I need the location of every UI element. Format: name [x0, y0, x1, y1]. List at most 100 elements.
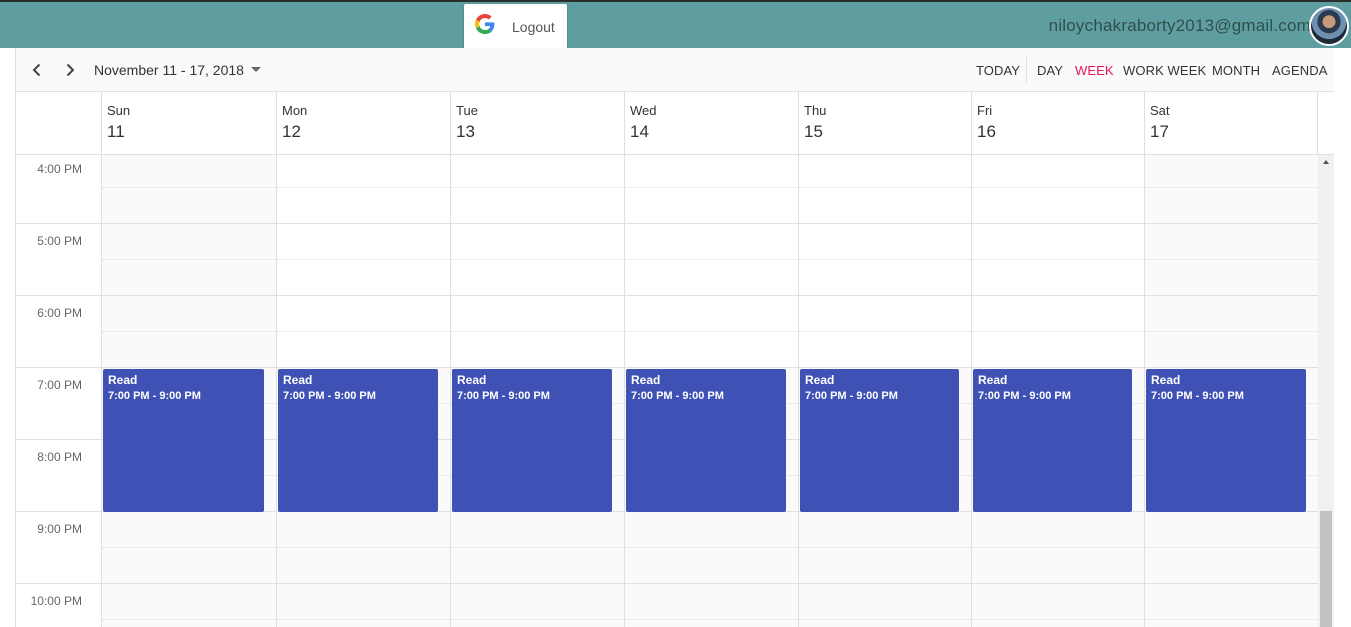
- day-header-tue[interactable]: Tue 13: [450, 92, 624, 154]
- time-label: 9:00 PM: [37, 522, 82, 536]
- week-day-header: Sun 11 Mon 12 Tue 13 Wed 14 Thu 15 Fri 1…: [16, 92, 1334, 155]
- event-time: 7:00 PM - 9:00 PM: [457, 390, 550, 402]
- hour-slot-divider: [277, 295, 450, 296]
- day-column-sun[interactable]: Read 7:00 PM - 9:00 PM: [101, 155, 276, 627]
- half-hour-slot-divider: [451, 187, 624, 188]
- time-label: 10:00 PM: [30, 594, 82, 608]
- day-header-thu[interactable]: Thu 15: [798, 92, 971, 154]
- toolbar-divider: [1026, 57, 1027, 83]
- day-header-fri[interactable]: Fri 16: [971, 92, 1144, 154]
- event-fri[interactable]: Read 7:00 PM - 9:00 PM: [973, 369, 1132, 512]
- half-hour-slot-divider: [799, 619, 971, 620]
- half-hour-slot-divider: [625, 619, 798, 620]
- hour-slot-divider: [972, 367, 1144, 368]
- day-column-wed[interactable]: Read 7:00 PM - 9:00 PM: [624, 155, 798, 627]
- hour-slot-divider: [1145, 583, 1318, 584]
- half-hour-slot-divider: [799, 331, 971, 332]
- chevron-down-icon[interactable]: [251, 67, 261, 72]
- time-label: 4:00 PM: [37, 162, 82, 176]
- day-number: 15: [804, 122, 823, 141]
- event-title: Read: [457, 373, 487, 387]
- hour-slot-divider: [625, 295, 798, 296]
- view-agenda-button[interactable]: AGENDA: [1272, 63, 1328, 78]
- event-title: Read: [283, 373, 313, 387]
- hour-slot-divider: [277, 583, 450, 584]
- scrollbar-thumb[interactable]: [1320, 511, 1332, 627]
- view-work-week-button[interactable]: WORK WEEK: [1123, 63, 1206, 78]
- event-wed[interactable]: Read 7:00 PM - 9:00 PM: [626, 369, 786, 512]
- event-title: Read: [805, 373, 835, 387]
- hour-slot-divider: [277, 367, 450, 368]
- half-hour-slot-divider: [102, 187, 276, 188]
- half-hour-slot-divider: [102, 547, 276, 548]
- half-hour-slot-divider: [1145, 619, 1318, 620]
- half-hour-slot-divider: [972, 547, 1144, 548]
- avatar[interactable]: [1309, 6, 1349, 46]
- hour-slot-divider: [625, 367, 798, 368]
- day-number: 11: [107, 122, 125, 141]
- time-label: 7:00 PM: [37, 378, 82, 392]
- previous-button[interactable]: [26, 59, 48, 81]
- half-hour-slot-divider: [1145, 259, 1318, 260]
- hour-divider: [16, 223, 101, 224]
- hour-slot-divider: [451, 295, 624, 296]
- hour-slot-divider: [451, 223, 624, 224]
- day-column-sat[interactable]: Read 7:00 PM - 9:00 PM: [1144, 155, 1318, 627]
- day-header-mon[interactable]: Mon 12: [276, 92, 450, 154]
- date-range-picker[interactable]: November 11 - 17, 2018: [94, 62, 244, 78]
- half-hour-slot-divider: [451, 619, 624, 620]
- hour-slot-divider: [972, 295, 1144, 296]
- hour-slot-divider: [799, 583, 971, 584]
- hour-slot-divider: [102, 223, 276, 224]
- time-axis: 4:00 PM 5:00 PM 6:00 PM 7:00 PM 8:00 PM …: [16, 155, 101, 627]
- hour-divider: [16, 439, 101, 440]
- half-hour-slot-divider: [102, 259, 276, 260]
- half-hour-slot-divider: [277, 259, 450, 260]
- user-email: niloychakraborty2013@gmail.com: [1048, 16, 1311, 35]
- event-tue[interactable]: Read 7:00 PM - 9:00 PM: [452, 369, 612, 512]
- half-hour-slot-divider: [972, 187, 1144, 188]
- view-month-button[interactable]: MONTH: [1212, 63, 1260, 78]
- half-hour-slot-divider: [799, 259, 971, 260]
- half-hour-slot-divider: [451, 259, 624, 260]
- day-column-tue[interactable]: Read 7:00 PM - 9:00 PM: [450, 155, 624, 627]
- half-hour-slot-divider: [972, 259, 1144, 260]
- event-thu[interactable]: Read 7:00 PM - 9:00 PM: [800, 369, 959, 512]
- day-header-sun[interactable]: Sun 11: [101, 92, 276, 154]
- half-hour-slot-divider: [625, 331, 798, 332]
- event-sun[interactable]: Read 7:00 PM - 9:00 PM: [103, 369, 264, 512]
- hour-slot-divider: [102, 295, 276, 296]
- next-button[interactable]: [59, 59, 81, 81]
- vertical-scrollbar[interactable]: [1318, 155, 1334, 627]
- hour-divider: [16, 367, 101, 368]
- day-name: Mon: [282, 103, 308, 118]
- hour-slot-divider: [1145, 223, 1318, 224]
- today-button[interactable]: TODAY: [976, 63, 1020, 78]
- view-week-button[interactable]: WEEK: [1075, 63, 1114, 78]
- half-hour-slot-divider: [1145, 187, 1318, 188]
- scroll-up-arrow-icon[interactable]: [1323, 160, 1329, 164]
- hour-slot-divider: [799, 295, 971, 296]
- day-header-sat[interactable]: Sat 17: [1144, 92, 1318, 154]
- day-column-fri[interactable]: Read 7:00 PM - 9:00 PM: [971, 155, 1144, 627]
- half-hour-slot-divider: [625, 187, 798, 188]
- scheduler-toolbar: November 11 - 17, 2018 TODAY DAY WEEK WO…: [16, 48, 1334, 92]
- hour-slot-divider: [451, 583, 624, 584]
- google-logout-button[interactable]: Logout: [464, 4, 567, 50]
- event-sat[interactable]: Read 7:00 PM - 9:00 PM: [1146, 369, 1306, 512]
- day-header-wed[interactable]: Wed 14: [624, 92, 798, 154]
- day-column-thu[interactable]: Read 7:00 PM - 9:00 PM: [798, 155, 971, 627]
- day-column-mon[interactable]: Read 7:00 PM - 9:00 PM: [276, 155, 450, 627]
- event-time: 7:00 PM - 9:00 PM: [978, 390, 1071, 402]
- event-time: 7:00 PM - 9:00 PM: [108, 390, 201, 402]
- hour-slot-divider: [972, 223, 1144, 224]
- hour-slot-divider: [799, 367, 971, 368]
- day-number: 16: [977, 122, 996, 141]
- google-icon: [475, 14, 495, 34]
- hour-divider: [16, 295, 101, 296]
- event-title: Read: [978, 373, 1008, 387]
- time-label: 6:00 PM: [37, 306, 82, 320]
- event-mon[interactable]: Read 7:00 PM - 9:00 PM: [278, 369, 438, 512]
- half-hour-slot-divider: [972, 331, 1144, 332]
- view-day-button[interactable]: DAY: [1037, 63, 1063, 78]
